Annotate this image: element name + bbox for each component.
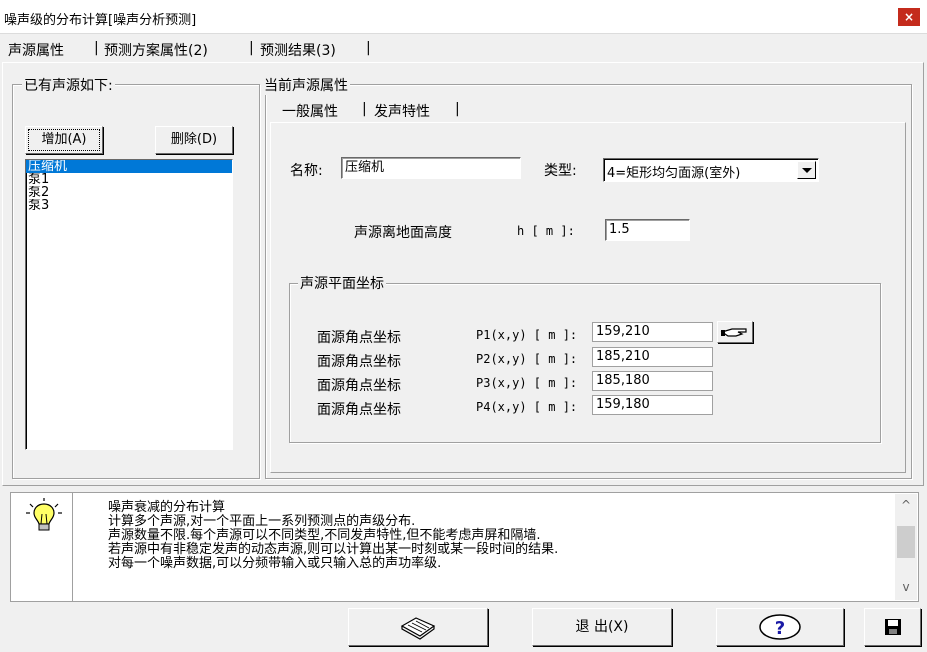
chevron-down-icon[interactable]	[797, 161, 816, 179]
type-label: 类型:	[544, 163, 577, 179]
plane-coordinates-label: 声源平面坐标	[298, 273, 386, 293]
title-bar: 噪声级的分布计算[噪声分析预测] ×	[0, 0, 927, 34]
corner-p2-input[interactable]: 185,210	[592, 347, 713, 367]
tab-source-properties[interactable]: 声源属性	[8, 40, 64, 62]
tab-separator: |	[366, 40, 371, 56]
close-button[interactable]: ×	[898, 8, 920, 26]
current-source-label: 当前声源属性	[262, 75, 350, 95]
pick-point-button[interactable]	[717, 321, 753, 343]
tab-scheme-properties[interactable]: 预测方案属性(2)	[104, 40, 208, 62]
delete-source-button[interactable]: 删除(D)	[155, 126, 233, 154]
type-select[interactable]: 4=矩形均匀面源(室外)	[603, 158, 819, 182]
corner-p3-input[interactable]: 185,180	[592, 371, 713, 391]
corner-point-label: P2(x,y) [ m ]:	[476, 352, 578, 366]
type-select-value: 4=矩形均匀面源(室外)	[607, 166, 741, 181]
tab-separator: |	[249, 40, 254, 56]
corner-p4-input[interactable]: 159,180	[592, 395, 713, 415]
corner-point-label: P1(x,y) [ m ]:	[476, 328, 578, 342]
scroll-down-arrow-icon[interactable]: v	[895, 580, 917, 598]
name-input[interactable]: 压缩机	[341, 157, 521, 179]
info-title: 噪声衰减的分布计算	[108, 500, 226, 515]
add-source-button[interactable]: 增加(A)	[25, 126, 103, 154]
tab-separator: |	[94, 40, 99, 56]
close-icon: ×	[903, 10, 915, 24]
pointing-hand-icon	[720, 328, 747, 337]
height-input[interactable]: 1.5	[605, 219, 690, 241]
corner-p1-input[interactable]: 159,210	[592, 322, 713, 342]
tab-prediction-results[interactable]: 预测结果(3)	[260, 40, 336, 62]
scroll-thumb[interactable]	[897, 526, 915, 558]
source-list[interactable]: 压缩机 泵1 泵2 泵3	[25, 159, 233, 450]
book-icon	[400, 617, 436, 640]
window-title: 噪声级的分布计算[噪声分析预测]	[4, 13, 197, 28]
info-line: 声源数量不限.每个声源可以不同类型,不同发声特性,但不能考虑声屏和隔墙.	[108, 528, 541, 543]
info-line: 对每一个噪声数据,可以分频带输入或只输入总的声功率级.	[108, 556, 442, 571]
info-scrollbar[interactable]: ^ v	[895, 494, 917, 600]
corner-point-label: P4(x,y) [ m ]:	[476, 400, 578, 414]
floppy-disk-icon	[884, 619, 901, 635]
tab-sound-characteristics[interactable]: 发声特性	[374, 101, 430, 123]
list-item[interactable]: 泵3	[26, 199, 232, 212]
corner-label: 面源角点坐标	[317, 330, 401, 346]
name-label: 名称:	[290, 163, 323, 179]
height-unit-label: h [ m ]:	[517, 224, 575, 238]
lightbulb-icon	[26, 498, 62, 531]
info-line: 若声源中有非稳定发声的动态声源,则可以计算出某一时刻或某一段时间的结果.	[108, 542, 559, 557]
help-icon: ?	[759, 614, 801, 640]
book-button[interactable]	[348, 608, 488, 646]
existing-sources-label: 已有声源如下:	[22, 75, 115, 95]
scroll-up-arrow-icon[interactable]: ^	[895, 498, 917, 516]
info-line: 计算多个声源,对一个平面上一系列预测点的声级分布.	[108, 514, 416, 529]
tab-separator: |	[362, 101, 367, 117]
list-item[interactable]: 泵2	[26, 186, 232, 199]
save-button[interactable]	[864, 608, 921, 646]
list-item[interactable]: 压缩机	[26, 160, 232, 173]
exit-button[interactable]: 退 出(X)	[532, 608, 672, 646]
corner-point-label: P3(x,y) [ m ]:	[476, 376, 578, 390]
corner-label: 面源角点坐标	[317, 354, 401, 370]
info-divider	[72, 492, 73, 602]
help-button[interactable]: ?	[716, 608, 844, 646]
corner-label: 面源角点坐标	[317, 402, 401, 418]
list-item[interactable]: 泵1	[26, 173, 232, 186]
height-label: 声源离地面高度	[354, 225, 452, 241]
corner-label: 面源角点坐标	[317, 378, 401, 394]
tab-general-properties[interactable]: 一般属性	[282, 101, 338, 123]
tab-separator: |	[455, 101, 460, 117]
help-glyph: ?	[775, 618, 785, 639]
